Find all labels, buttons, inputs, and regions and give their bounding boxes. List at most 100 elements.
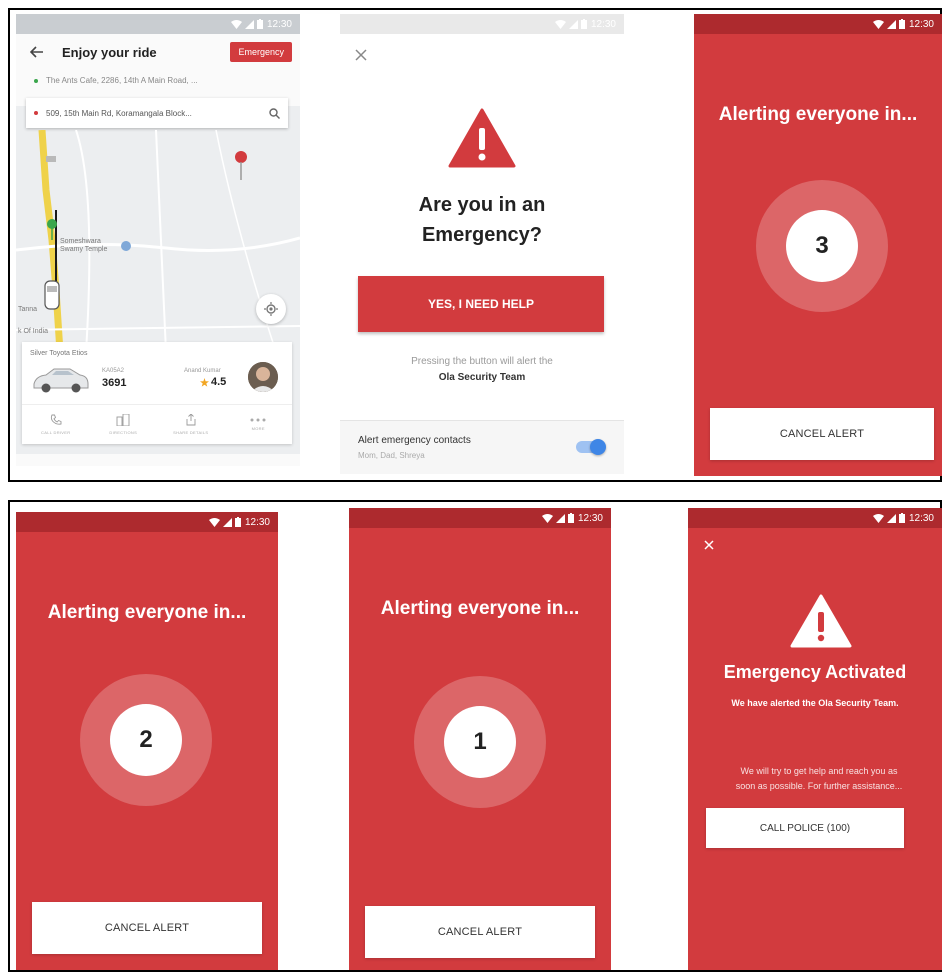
status-bar: 12:30: [16, 14, 300, 34]
target-icon: [264, 302, 278, 316]
battery-icon: [580, 19, 587, 29]
directions-label: DIRECTIONS: [109, 430, 138, 435]
status-time: 12:30: [590, 18, 616, 30]
bottom-strip: [16, 454, 300, 466]
countdown-number: 2: [110, 704, 182, 776]
signal-icon: [568, 19, 578, 29]
share-details-button[interactable]: SHARE DETAILS: [157, 405, 225, 444]
question-line-2: Emergency?: [421, 224, 543, 246]
car-icon: [44, 280, 60, 310]
signal-icon: [244, 19, 254, 29]
map-graphic: [16, 130, 300, 352]
pickup-address: The Ants Cafe, 2286, 14th A Main Road, .…: [34, 76, 280, 85]
drop-text: 509, 15th Main Rd, Koramangala Block...: [46, 108, 192, 118]
cancel-alert-button[interactable]: CANCEL ALERT: [710, 408, 934, 460]
ride-header: Enjoy your ride Emergency The Ants Cafe,…: [16, 34, 300, 106]
countdown-ring: 3: [756, 180, 888, 312]
status-bar: 12:30: [688, 508, 942, 528]
wifi-icon: [230, 19, 242, 29]
plate-label: KA05A2: [102, 368, 125, 374]
driver-name: Anand Kumar: [184, 368, 221, 374]
ride-map-screen: 12:30 Enjoy your ride Emergency The Ants…: [16, 14, 300, 466]
status-bar: 12:30: [340, 14, 624, 34]
ride-details-card: Silver Toyota Etios KA05A2 3691 Anand Ku…: [22, 342, 292, 444]
countdown-number: 3: [786, 210, 858, 282]
close-icon[interactable]: [700, 536, 718, 554]
toggle-knob: [590, 439, 606, 455]
activated-desc-line-1: We will try to get help and reach you as: [740, 766, 898, 776]
drop-address-field[interactable]: 509, 15th Main Rd, Koramangala Block...: [26, 98, 288, 128]
back-arrow-icon[interactable]: [26, 41, 48, 63]
wifi-icon: [541, 513, 553, 523]
question-line-1: Are you in an: [418, 194, 546, 216]
plate-number: 3691: [102, 377, 127, 389]
wifi-icon: [872, 513, 884, 523]
drop-dot-icon: [34, 111, 38, 115]
driver-avatar[interactable]: [248, 362, 278, 392]
alert-contacts-row[interactable]: Alert emergency contacts Mom, Dad, Shrey…: [340, 420, 624, 474]
search-icon[interactable]: [269, 107, 280, 119]
status-time: 12:30: [266, 18, 292, 30]
alerting-title: Alerting everyone in...: [380, 598, 580, 619]
cancel-alert-button[interactable]: CANCEL ALERT: [32, 902, 262, 954]
wifi-icon: [872, 19, 884, 29]
more-button[interactable]: MORE: [225, 405, 293, 444]
share-icon: [186, 414, 196, 426]
car-model: Silver Toyota Etios: [30, 350, 88, 357]
status-time: 12:30: [908, 512, 934, 524]
star-icon: [200, 377, 209, 387]
warning-icon: [448, 108, 516, 168]
emergency-question: Are you in an Emergency?: [340, 190, 624, 250]
signal-icon: [886, 19, 896, 29]
countdown-screen-1: 12:30 Alerting everyone in... 1 CANCEL A…: [349, 508, 611, 970]
activated-desc-line-2: soon as possible. For further assistance…: [735, 781, 903, 791]
status-time: 12:30: [577, 512, 603, 524]
cancel-alert-button[interactable]: CANCEL ALERT: [365, 906, 595, 958]
activated-description: We will try to get help and reach you as…: [712, 764, 926, 794]
map-view[interactable]: Someshwara Swamy Temple Tanna k Of India: [16, 130, 300, 352]
alert-contacts-title: Alert emergency contacts: [358, 435, 471, 446]
emergency-button[interactable]: Emergency: [230, 42, 292, 62]
call-driver-button[interactable]: CALL DRIVER: [22, 405, 90, 444]
warning-icon: [790, 594, 852, 648]
call-driver-label: CALL DRIVER: [41, 430, 71, 435]
more-label: MORE: [251, 426, 265, 431]
close-icon[interactable]: [352, 46, 370, 64]
more-icon: [250, 418, 266, 422]
share-details-label: SHARE DETAILS: [173, 430, 209, 435]
help-note-line-2: Ola Security Team: [438, 372, 526, 383]
countdown-screen-3: 12:30 Alerting everyone in... 3 CANCEL A…: [694, 14, 942, 476]
status-time: 12:30: [908, 18, 934, 30]
status-bar: 12:30: [694, 14, 942, 34]
activated-title: Emergency Activated: [723, 662, 907, 682]
alerting-title: Alerting everyone in...: [718, 104, 918, 125]
directions-icon: [116, 414, 130, 426]
battery-icon: [567, 513, 574, 523]
poi-label-1: Tanna: [18, 306, 38, 313]
locate-me-button[interactable]: [256, 294, 286, 324]
need-help-button[interactable]: YES, I NEED HELP: [358, 276, 604, 332]
poi-label-2: k Of India: [18, 328, 48, 335]
directions-button[interactable]: DIRECTIONS: [90, 405, 158, 444]
alert-contacts-toggle[interactable]: [576, 439, 606, 455]
phone-icon: [50, 414, 62, 425]
rating-value: 4.5: [211, 376, 227, 388]
ride-topbar: Enjoy your ride Emergency: [16, 34, 300, 70]
wifi-icon: [554, 19, 566, 29]
countdown-number: 1: [444, 706, 516, 778]
driver-rating: 4.5: [200, 376, 226, 388]
countdown-ring: 1: [414, 676, 546, 808]
alerting-title: Alerting everyone in...: [47, 602, 247, 623]
pickup-text: The Ants Cafe, 2286, 14th A Main Road, .…: [46, 76, 198, 85]
countdown-ring: 2: [80, 674, 212, 806]
ride-title: Enjoy your ride: [62, 44, 157, 60]
emergency-activated-screen: 12:30 Emergency Activated We have alerte…: [688, 508, 942, 970]
pickup-pin-icon: [47, 219, 57, 240]
status-bar: 12:30: [16, 512, 278, 532]
signal-icon: [886, 513, 896, 523]
call-police-button[interactable]: CALL POLICE (100): [706, 808, 904, 848]
status-bar: 12:30: [349, 508, 611, 528]
status-time: 12:30: [244, 516, 270, 528]
ride-actions-bar: CALL DRIVER DIRECTIONS SHARE DETAILS MOR…: [22, 404, 292, 444]
wifi-icon: [208, 517, 220, 527]
